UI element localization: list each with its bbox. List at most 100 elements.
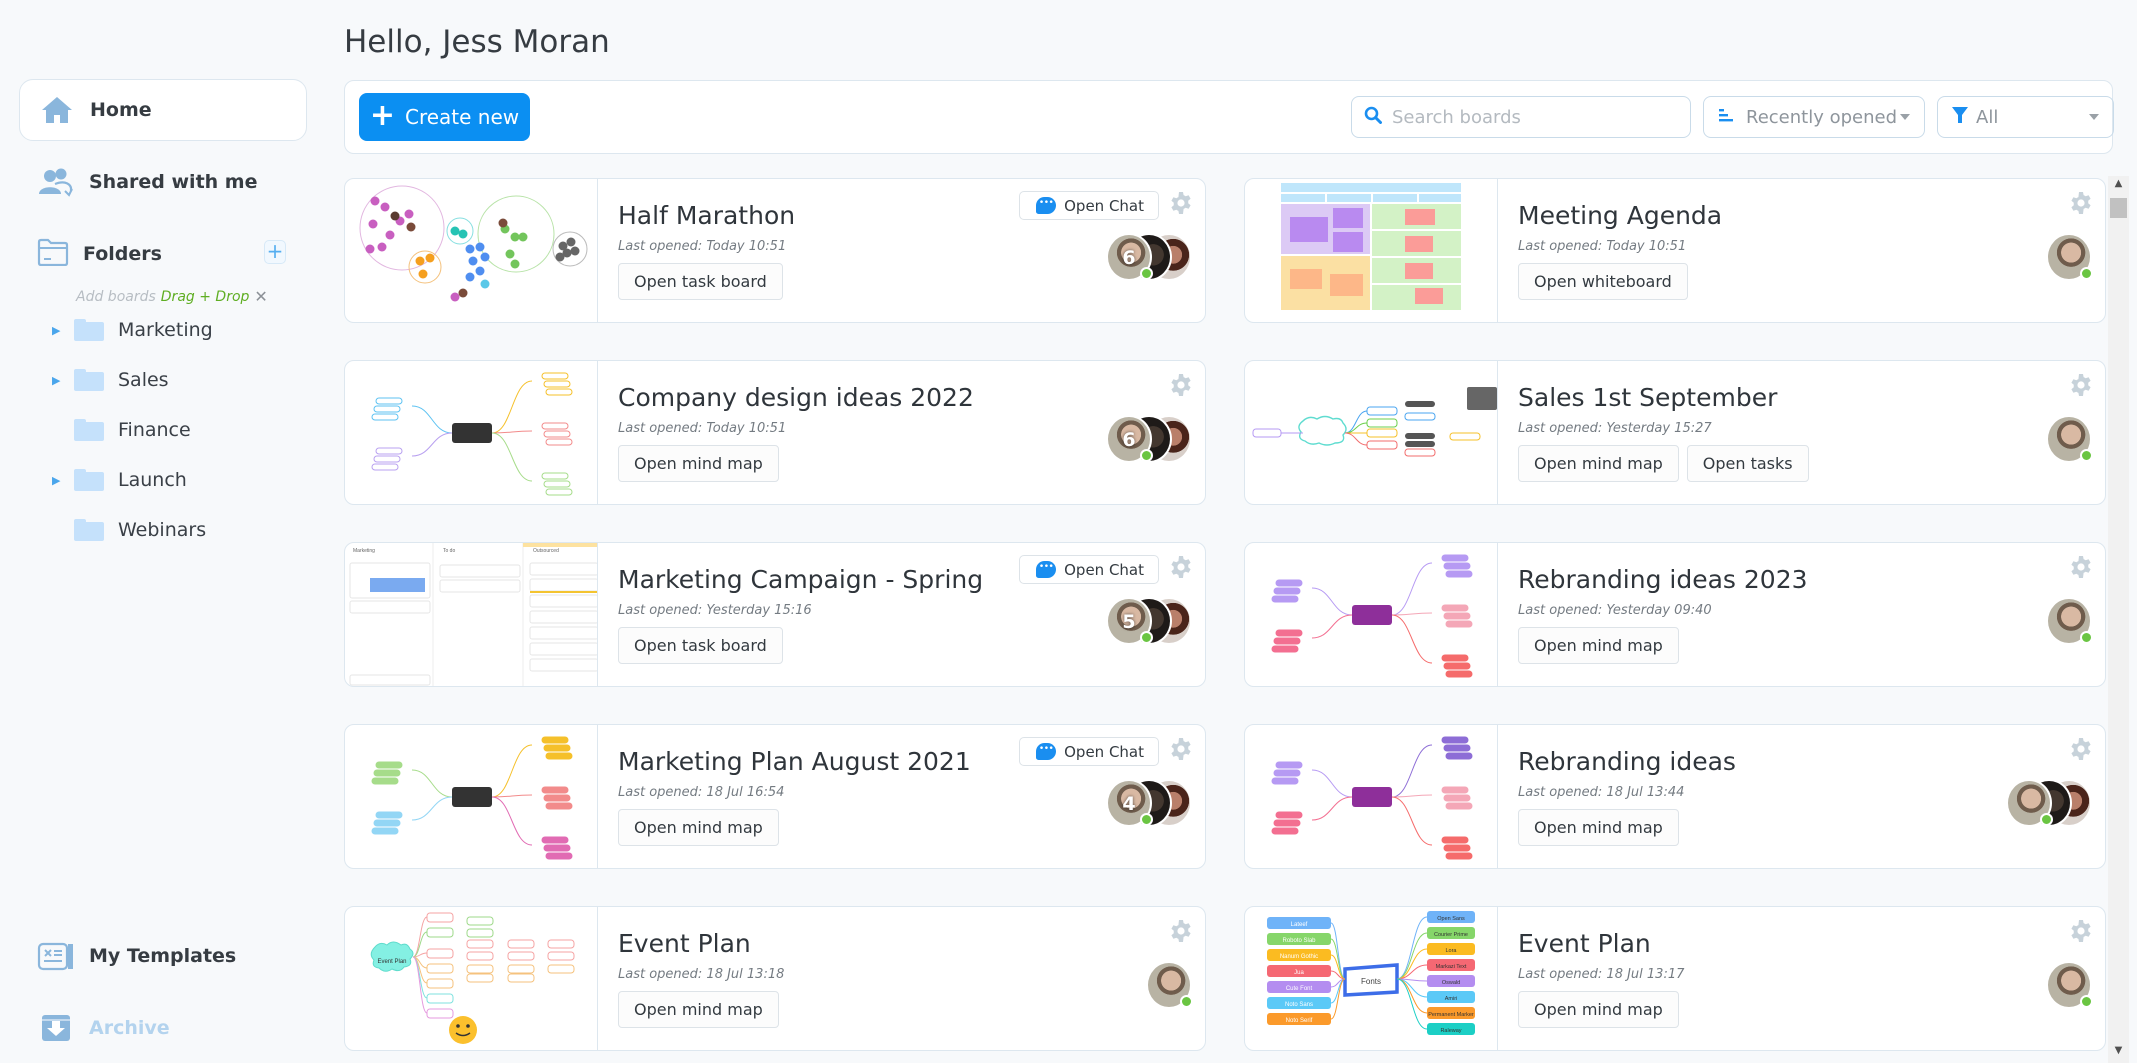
online-status-dot [2080,995,2093,1008]
collaborator-avatars[interactable] [2046,233,2093,281]
last-opened-text: Last opened: Yesterday 09:40 [1518,603,1712,618]
folder-item[interactable]: Finance [52,410,191,450]
open-chat-button[interactable]: ••• Open Chat [1019,555,1159,584]
avatar: 4 [1106,779,1153,827]
nav-my-templates[interactable]: My Templates [19,925,307,987]
gear-icon[interactable] [2069,555,2093,579]
board-thumbnail[interactable] [1245,361,1498,504]
last-opened-text: Last opened: Today 10:51 [618,421,787,436]
gear-icon[interactable] [1169,191,1193,215]
board-thumbnail[interactable] [1245,179,1498,322]
scrollbar-thumb[interactable] [2110,198,2127,218]
gear-icon[interactable] [2069,373,2093,397]
create-new-button[interactable]: + Create new [359,93,530,141]
open-board-button[interactable]: Open mind map [1518,445,1679,482]
sort-select[interactable]: Recently opened [1703,96,1925,138]
board-title[interactable]: Marketing Plan August 2021 [618,747,971,776]
collaborator-avatars[interactable]: 5 [1106,597,1192,645]
folder-icon [74,419,104,441]
board-title[interactable]: Rebranding ideas 2023 [1518,565,1808,594]
svg-text:Marketing: Marketing [353,548,375,554]
sidebar: Home Shared with me Folders + Add boards… [0,0,320,1063]
collaborator-avatars[interactable] [2046,961,2093,1009]
folder-item[interactable]: ▶ Launch [52,460,187,500]
caret-right-icon[interactable]: ▶ [52,474,74,487]
board-thumbnail[interactable] [1245,725,1498,868]
online-status-dot [1140,631,1153,644]
gear-icon[interactable] [1169,737,1193,761]
board-thumbnail[interactable] [345,361,598,504]
folder-item[interactable]: ▶ Marketing [52,310,213,350]
board-card[interactable]: Meeting Agenda Last opened: Today 10:51 Op… [1244,178,2106,323]
caret-right-icon[interactable]: ▶ [52,374,74,387]
board-card[interactable]: Half Marathon Last opened: Today 10:51 Ope… [344,178,1206,323]
collaborator-avatars[interactable] [1146,961,1193,1009]
member-count: 6 [1122,429,1136,451]
board-card[interactable]: Event Plan Event Plan Last opened: 18 Jul … [344,906,1206,1051]
open-board-button[interactable]: Open mind map [1518,991,1679,1028]
board-title[interactable]: Sales 1st September [1518,383,1777,412]
dismiss-hint-icon[interactable]: ✕ [254,287,267,306]
open-board-button[interactable]: Open task board [618,263,783,300]
scroll-down-arrow[interactable]: ▼ [2108,1045,2129,1061]
board-thumbnail[interactable] [1245,543,1498,686]
board-card[interactable]: Marketing To do Outsourced Marketing Campai… [344,542,1206,687]
collaborator-avatars[interactable] [2046,415,2093,463]
board-title[interactable]: Half Marathon [618,201,795,230]
folder-item[interactable]: Webinars [52,510,206,550]
chevron-down-icon [2089,114,2099,120]
scrollbar[interactable]: ▲ ▼ [2108,176,2129,1063]
board-title[interactable]: Rebranding ideas [1518,747,1736,776]
gear-icon[interactable] [2069,191,2093,215]
nav-home[interactable]: Home [19,79,307,141]
caret-right-icon[interactable]: ▶ [52,324,74,337]
open-board-button[interactable]: Open tasks [1686,445,1809,482]
open-chat-button[interactable]: ••• Open Chat [1019,737,1159,766]
filter-select[interactable]: All [1937,96,2114,138]
collaborator-avatars[interactable]: 6 [1106,415,1192,463]
gear-icon[interactable] [2069,737,2093,761]
open-board-button[interactable]: Open task board [618,627,783,664]
collaborator-avatars[interactable]: 4 [1106,779,1192,827]
board-title[interactable]: Marketing Campaign - Spring [618,565,983,594]
open-board-button[interactable]: Open whiteboard [1518,263,1688,300]
board-card[interactable]: Sales 1st September Last opened: Yesterda… [1244,360,2106,505]
board-title[interactable]: Meeting Agenda [1518,201,1722,230]
nav-shared-with-me[interactable]: Shared with me [19,151,307,213]
open-chat-button[interactable]: ••• Open Chat [1019,191,1159,220]
collaborator-avatars[interactable]: 6 [1106,233,1192,281]
gear-icon[interactable] [1169,373,1193,397]
search-input[interactable] [1392,106,1672,128]
board-card[interactable]: Company design ideas 2022 Last opened: To… [344,360,1206,505]
board-thumbnail[interactable]: Marketing To do Outsourced [345,543,598,686]
board-card[interactable]: Rebranding ideas 2023 Last opened: Yester… [1244,542,2106,687]
gear-icon[interactable] [2069,919,2093,943]
open-board-button[interactable]: Open mind map [1518,809,1679,846]
board-title[interactable]: Event Plan [618,929,751,958]
board-card[interactable]: Fonts Lateef Roboto Slab Nanum Gothic Jua Cut… [1244,906,2106,1051]
folder-item[interactable]: ▶ Sales [52,360,169,400]
gear-icon[interactable] [1169,919,1193,943]
board-title[interactable]: Company design ideas 2022 [618,383,974,412]
avatar: 5 [1106,597,1153,645]
open-chat-label: Open Chat [1064,560,1144,579]
add-folder-button[interactable]: + [264,240,286,264]
gear-icon[interactable] [1169,555,1193,579]
board-thumbnail[interactable] [345,179,598,322]
svg-text:Noto Sans: Noto Sans [1285,1002,1313,1008]
collaborator-avatars[interactable] [2006,779,2092,827]
board-card[interactable]: Rebranding ideas Last opened: 18 Jul 13:4… [1244,724,2106,869]
open-board-button[interactable]: Open mind map [618,991,779,1028]
collaborator-avatars[interactable] [2046,597,2093,645]
board-thumbnail[interactable]: Event Plan [345,907,598,1050]
scroll-up-arrow[interactable]: ▲ [2108,178,2129,194]
open-board-button[interactable]: Open mind map [618,809,779,846]
board-actions: Open task board [618,627,783,664]
open-board-button[interactable]: Open mind map [618,445,779,482]
board-card[interactable]: Marketing Plan August 2021 Last opened: 1… [344,724,1206,869]
board-thumbnail[interactable]: Fonts Lateef Roboto Slab Nanum Gothic Jua Cut… [1245,907,1498,1050]
open-board-button[interactable]: Open mind map [1518,627,1679,664]
nav-archive[interactable]: Archive [19,997,307,1059]
board-title[interactable]: Event Plan [1518,929,1651,958]
board-thumbnail[interactable] [345,725,598,868]
